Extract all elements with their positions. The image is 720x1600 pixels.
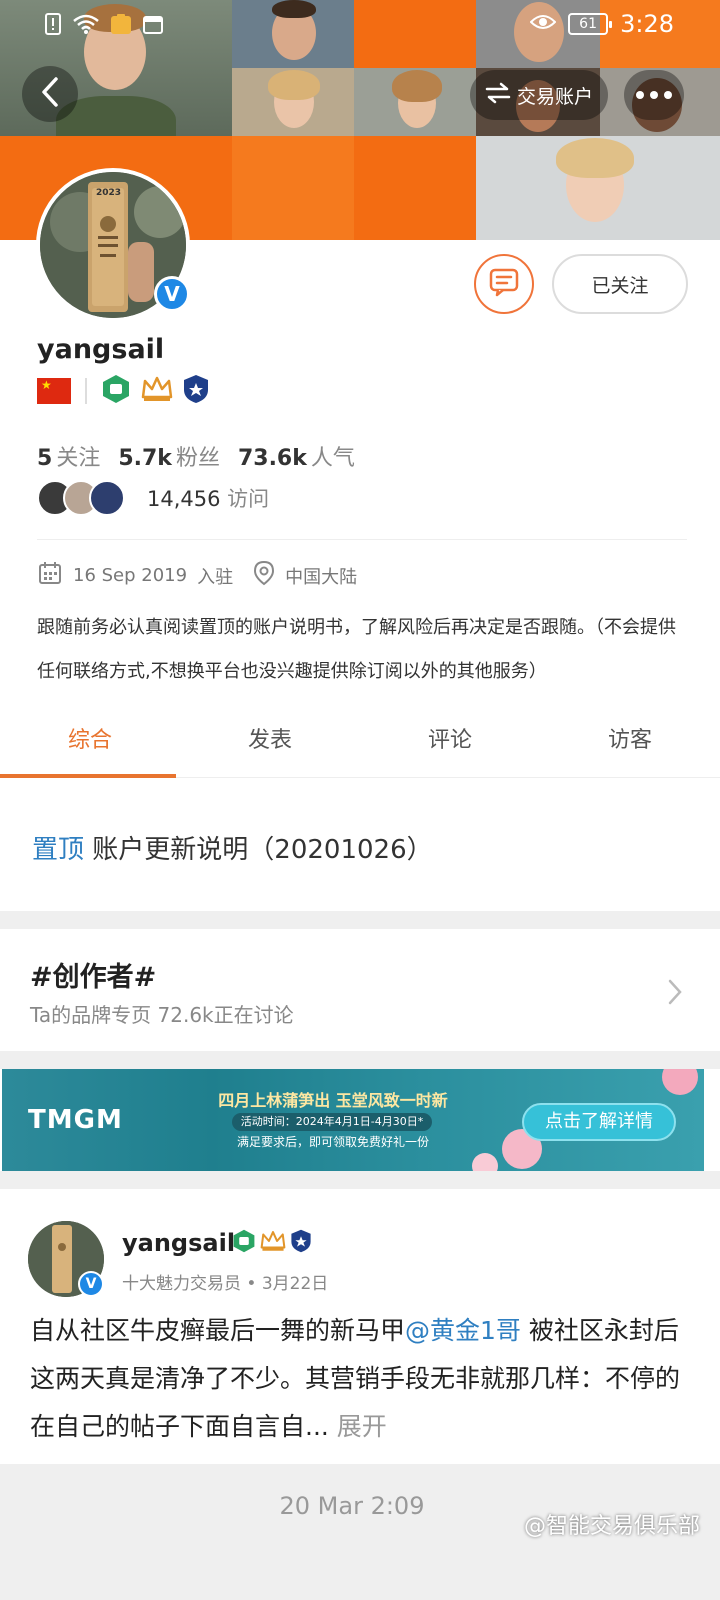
- post-mention-link[interactable]: @黄金1哥: [405, 1316, 521, 1345]
- tab-posts[interactable]: 发表: [180, 704, 360, 777]
- green-hexagon-badge-icon: [232, 1229, 256, 1257]
- visits-count: 14,456 访问: [147, 487, 270, 511]
- pinned-post[interactable]: 置顶 账户更新说明（20201026）: [0, 779, 720, 911]
- clock: 3:28: [620, 10, 674, 38]
- profile-page: 61 3:28 交易账户 2023 V 已关注 yangsail ★ 5 关注 …: [0, 0, 720, 1600]
- verified-badge-icon: V: [154, 276, 190, 312]
- pinned-title-text: 账户更新说明（20201026）: [92, 835, 433, 865]
- post-body: 自从社区牛皮癣最后一舞的新马甲@黄金1哥 被社区永封后这两天真是清净了不少。其营…: [30, 1307, 690, 1451]
- post-meta: 十大魅力交易员 • 3月22日: [122, 1274, 329, 1294]
- crown-badge-icon[interactable]: [141, 375, 173, 407]
- tab-overview[interactable]: 综合: [0, 704, 180, 778]
- shield-badge-icon[interactable]: [183, 374, 209, 408]
- cover-photo-4: [232, 68, 354, 136]
- banner-headline: 四月上林蒲笋出 玉堂风致一时新: [218, 1091, 448, 1110]
- banner-cta-button[interactable]: 点击了解详情: [522, 1103, 676, 1141]
- app-notification-icon: [110, 13, 132, 41]
- followers-stat[interactable]: 5.7k 粉丝: [118, 440, 220, 472]
- joined-label: 入驻: [197, 566, 234, 588]
- post-text: 自从社区牛皮癣最后一舞的新马甲: [30, 1316, 406, 1345]
- profile-divider: [37, 539, 687, 540]
- profile-stats: 5 关注 5.7k 粉丝 73.6k 人气: [37, 440, 355, 472]
- chevron-left-icon: [40, 76, 60, 112]
- calendar-icon: [142, 13, 164, 41]
- message-button[interactable]: [474, 254, 534, 314]
- joined-date: 16 Sep 2019: [73, 565, 188, 586]
- profile-bio: 跟随前务必认真阅读置顶的账户说明书，了解风险后再决定是否跟随。（不会提供任何联络…: [37, 617, 676, 682]
- chat-icon: [489, 267, 519, 301]
- alert-icon: [44, 12, 62, 42]
- popularity-stat: 73.6k 人气: [237, 446, 355, 471]
- trade-account-label: 交易账户: [516, 85, 593, 108]
- location-pin-icon: [253, 560, 275, 591]
- section-gap: [0, 911, 720, 929]
- creator-title: #创作者#: [30, 962, 157, 993]
- china-flag-icon: [37, 378, 71, 404]
- visitor-avatar: [89, 480, 125, 516]
- status-icons-left: [44, 12, 164, 42]
- eye-icon: [529, 12, 557, 37]
- verified-badge-icon: V: [78, 1271, 104, 1297]
- section-gap: [0, 1051, 720, 1069]
- pinned-tag: 置顶: [32, 835, 85, 865]
- battery-indicator: 61: [568, 13, 613, 35]
- banner-gift: 满足要求后，即可领取免费好礼一份: [236, 1135, 429, 1149]
- tab-comments[interactable]: 评论: [360, 704, 540, 777]
- wifi-icon: [72, 13, 100, 41]
- watermark: @智能交易俱乐部: [523, 1514, 700, 1539]
- post-username[interactable]: yangsail: [122, 1229, 235, 1257]
- tab-visitors[interactable]: 访客: [540, 704, 720, 777]
- profile-tabs: 综合 发表 评论 访客: [0, 704, 720, 778]
- trade-account-button[interactable]: 交易账户: [470, 70, 608, 120]
- cover-photo-8: [476, 136, 720, 240]
- cover-photo-5: [354, 68, 476, 136]
- post-card[interactable]: V yangsail 十大魅力交易员 • 3月22日 自从社区牛皮癣最后一舞的新…: [0, 1189, 720, 1464]
- avatar-plaque-year: 2023: [96, 188, 122, 198]
- back-button[interactable]: [22, 66, 78, 122]
- expand-link[interactable]: 展开: [337, 1412, 387, 1441]
- tmgm-logo: TMGM: [28, 1105, 123, 1135]
- more-options-button[interactable]: [624, 70, 684, 120]
- banner-date: 活动时间：2024年4月1日-4月30日*: [232, 1113, 432, 1131]
- creator-subtitle: Ta的品牌专页 72.6k正在讨论: [30, 1003, 294, 1027]
- badge-separator: [85, 378, 87, 404]
- section-gap: [0, 1171, 720, 1189]
- profile-meta: 16 Sep 2019 入驻 中国大陆: [37, 560, 357, 591]
- ad-banner[interactable]: TMGM 四月上林蒲笋出 玉堂风致一时新 活动时间：2024年4月1日-4月30…: [2, 1069, 704, 1171]
- creator-topic-card[interactable]: #创作者# Ta的品牌专页 72.6k正在讨论: [0, 929, 720, 1051]
- status-bar: 61 3:28: [0, 0, 720, 50]
- visitors-row[interactable]: 14,456 访问: [37, 480, 269, 516]
- pinned-title: 置顶 账户更新说明（20201026）: [32, 829, 433, 866]
- swap-icon: [485, 81, 511, 110]
- status-icons-right: 61 3:28: [529, 10, 674, 38]
- crown-badge-icon: [260, 1229, 286, 1257]
- green-hexagon-badge-icon[interactable]: [101, 374, 131, 408]
- profile-username: yangsail: [37, 334, 165, 365]
- shield-badge-icon: [290, 1229, 312, 1257]
- more-dots-icon: [633, 91, 675, 99]
- badge-row: [37, 374, 209, 408]
- follow-button[interactable]: 已关注: [552, 254, 688, 314]
- following-stat[interactable]: 5 关注: [37, 440, 100, 472]
- calendar-icon: [37, 560, 63, 591]
- chevron-right-icon: [668, 979, 682, 1009]
- post-badges: [232, 1229, 312, 1257]
- location-text: 中国大陆: [285, 566, 358, 588]
